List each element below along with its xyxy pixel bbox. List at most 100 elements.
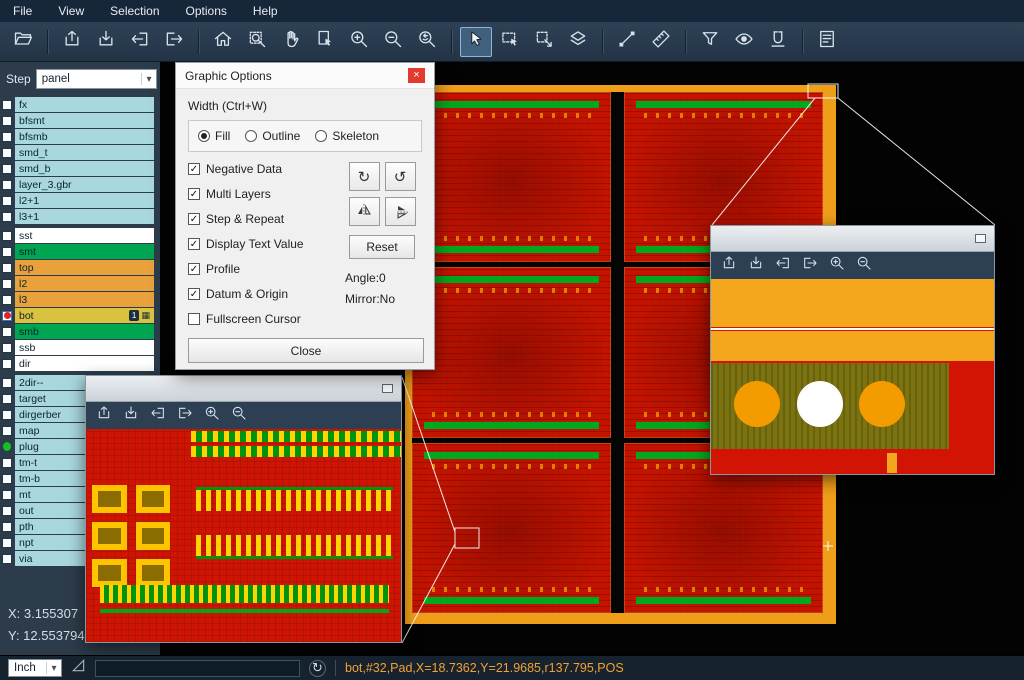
layer-row-top[interactable]: top xyxy=(0,260,160,275)
layer-visibility-checkbox[interactable] xyxy=(2,474,12,484)
dialog-titlebar[interactable]: Graphic Options xyxy=(176,63,434,89)
box-arrow-down-button[interactable] xyxy=(90,27,122,57)
layer-row-dir[interactable]: dir xyxy=(0,356,160,371)
report-button[interactable] xyxy=(811,27,843,57)
layer-row-bfsmb[interactable]: bfsmb xyxy=(0,129,160,144)
checkbox-datum-origin[interactable]: Datum & Origin xyxy=(188,287,342,301)
layer-visibility-checkbox[interactable] xyxy=(2,231,12,241)
reset-button[interactable]: Reset xyxy=(349,235,415,259)
box-arrow-left-button[interactable] xyxy=(770,254,796,277)
layer-visibility-checkbox[interactable] xyxy=(2,490,12,500)
zoom-window-1-titlebar[interactable] xyxy=(86,376,401,402)
layer-visibility-checkbox[interactable] xyxy=(2,378,12,388)
home-button[interactable] xyxy=(207,27,239,57)
menu-selection[interactable]: Selection xyxy=(97,4,172,18)
checkbox-negative-data[interactable]: Negative Data xyxy=(188,162,342,176)
command-input[interactable] xyxy=(95,660,300,677)
layer-row-bot[interactable]: bot1 xyxy=(0,308,160,323)
checkbox-display-text-value[interactable]: Display Text Value xyxy=(188,237,342,251)
box-arrow-right-button[interactable] xyxy=(797,254,823,277)
layer-visibility-checkbox[interactable] xyxy=(2,132,12,142)
cursor-select-button[interactable] xyxy=(460,27,492,57)
box-arrow-down-button[interactable] xyxy=(118,404,144,427)
box-arrow-left-button[interactable] xyxy=(145,404,171,427)
layer-visibility-checkbox[interactable] xyxy=(2,148,12,158)
menu-view[interactable]: View xyxy=(45,4,97,18)
layer-visibility-checkbox[interactable] xyxy=(2,263,12,273)
box-arrow-up-button[interactable] xyxy=(56,27,88,57)
layers-stack-button[interactable] xyxy=(562,27,594,57)
radio-fill[interactable]: Fill xyxy=(198,129,230,143)
layer-row-l3+1[interactable]: l3+1 xyxy=(0,209,160,224)
layer-visibility-checkbox[interactable] xyxy=(2,359,12,369)
layer-visibility-checkbox[interactable] xyxy=(2,311,12,321)
radio-outline[interactable]: Outline xyxy=(245,129,300,143)
window-control-icon[interactable] xyxy=(382,384,393,393)
zoom-region-button[interactable] xyxy=(241,27,273,57)
layer-row-smb[interactable]: smb xyxy=(0,324,160,339)
radio-skeleton[interactable]: Skeleton xyxy=(315,129,379,143)
zoom-in-button[interactable] xyxy=(343,27,375,57)
menu-file[interactable]: File xyxy=(0,4,45,18)
layer-row-l2+1[interactable]: l2+1 xyxy=(0,193,160,208)
layer-row-smt[interactable]: smt xyxy=(0,244,160,259)
box-arrow-down-button[interactable] xyxy=(743,254,769,277)
layer-visibility-checkbox[interactable] xyxy=(2,212,12,222)
layer-row-l3[interactable]: l3 xyxy=(0,292,160,307)
layer-visibility-checkbox[interactable] xyxy=(2,164,12,174)
layer-visibility-checkbox[interactable] xyxy=(2,394,12,404)
open-folder-button[interactable] xyxy=(7,27,39,57)
layer-visibility-checkbox[interactable] xyxy=(2,522,12,532)
menu-help[interactable]: Help xyxy=(240,4,291,18)
window-control-icon[interactable] xyxy=(975,234,986,243)
layer-row-fx[interactable]: fx xyxy=(0,97,160,112)
layer-visibility-checkbox[interactable] xyxy=(2,279,12,289)
checkbox-fullscreen-cursor[interactable]: Fullscreen Cursor xyxy=(188,312,342,326)
zoom-out-button[interactable] xyxy=(226,404,252,427)
layer-visibility-checkbox[interactable] xyxy=(2,442,12,452)
eye-button[interactable] xyxy=(728,27,760,57)
layer-visibility-checkbox[interactable] xyxy=(2,506,12,516)
menu-options[interactable]: Options xyxy=(173,4,240,18)
layer-row-l2[interactable]: l2 xyxy=(0,276,160,291)
layer-row-smd_t[interactable]: smd_t xyxy=(0,145,160,160)
layer-row-bfsmt[interactable]: bfsmt xyxy=(0,113,160,128)
box-arrow-right-button[interactable] xyxy=(172,404,198,427)
close-icon[interactable] xyxy=(408,68,425,83)
layer-visibility-checkbox[interactable] xyxy=(2,180,12,190)
zoom-out-button[interactable] xyxy=(851,254,877,277)
mirror-horizontal-button[interactable] xyxy=(385,197,416,226)
step-selector[interactable]: panel xyxy=(36,69,157,89)
checkbox-profile[interactable]: Profile xyxy=(188,262,342,276)
layer-row-sst[interactable]: sst xyxy=(0,228,160,243)
layer-visibility-checkbox[interactable] xyxy=(2,538,12,548)
checkbox-multi-layers[interactable]: Multi Layers xyxy=(188,187,342,201)
layer-visibility-checkbox[interactable] xyxy=(2,327,12,337)
pan-hand-button[interactable] xyxy=(275,27,307,57)
filter-button[interactable] xyxy=(694,27,726,57)
refresh-icon[interactable] xyxy=(309,660,326,677)
box-arrow-left-button[interactable] xyxy=(124,27,156,57)
line-tool-button[interactable] xyxy=(611,27,643,57)
layer-visibility-checkbox[interactable] xyxy=(2,196,12,206)
box-arrow-right-button[interactable] xyxy=(158,27,190,57)
layer-visibility-checkbox[interactable] xyxy=(2,247,12,257)
transform-select-button[interactable] xyxy=(528,27,560,57)
rotate-ccw-button[interactable] xyxy=(385,162,416,191)
checkbox-step-repeat[interactable]: Step & Repeat xyxy=(188,212,342,226)
zoom-in-button[interactable] xyxy=(199,404,225,427)
layer-row-layer_3.gbr[interactable]: layer_3.gbr xyxy=(0,177,160,192)
layer-visibility-checkbox[interactable] xyxy=(2,426,12,436)
layer-visibility-checkbox[interactable] xyxy=(2,295,12,305)
unit-selector[interactable]: Inch xyxy=(8,659,62,677)
magnet-button[interactable] xyxy=(762,27,794,57)
mirror-vertical-button[interactable] xyxy=(349,197,380,226)
ruler-tool-button[interactable] xyxy=(645,27,677,57)
layer-visibility-checkbox[interactable] xyxy=(2,116,12,126)
page-select-button[interactable] xyxy=(309,27,341,57)
layer-visibility-checkbox[interactable] xyxy=(2,100,12,110)
box-arrow-up-button[interactable] xyxy=(716,254,742,277)
zoom-in-button[interactable] xyxy=(824,254,850,277)
dialog-close-button[interactable]: Close xyxy=(188,338,424,363)
zoom-out-button[interactable] xyxy=(377,27,409,57)
